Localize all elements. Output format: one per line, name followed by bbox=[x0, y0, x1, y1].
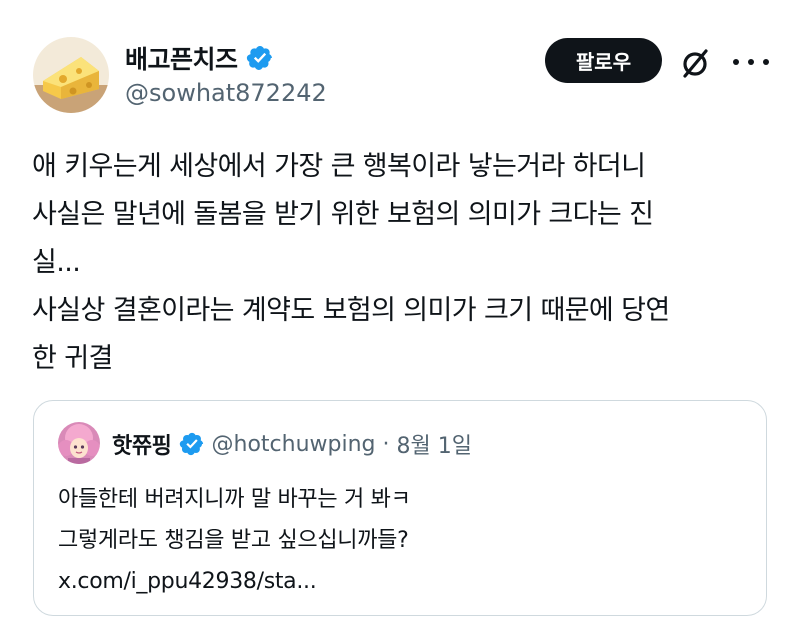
quoted-author-avatar[interactable] bbox=[58, 422, 100, 464]
author-name-row: 배고픈치즈 bbox=[125, 40, 274, 76]
tweet-line: 사실은 말년에 돌봄을 받기 위한 보험의 의미가 크다는 진 bbox=[32, 199, 654, 230]
meta-separator: · bbox=[382, 431, 390, 457]
follow-button[interactable]: 팔로우 bbox=[545, 38, 662, 83]
grok-slash-icon[interactable] bbox=[677, 45, 713, 81]
quoted-link[interactable]: x.com/i_ppu42938/sta... bbox=[58, 561, 411, 602]
quoted-handle[interactable]: @hotchuwping bbox=[212, 432, 376, 457]
tweet-line: 애 키우는게 세상에서 가장 큰 행복이라 낳는거라 하더니 bbox=[32, 151, 646, 182]
tweet-text: 애 키우는게 세상에서 가장 큰 행복이라 낳는거라 하더니 사실은 말년에 돌… bbox=[32, 143, 772, 383]
quoted-header: 핫쮸핑 @hotchuwping · 8월 1일 bbox=[112, 428, 472, 460]
author-handle[interactable]: @sowhat872242 bbox=[125, 79, 327, 107]
quoted-display-name[interactable]: 핫쮸핑 bbox=[112, 428, 172, 460]
quoted-line: 그렇게라도 챙김을 받고 싶으십니까들? bbox=[58, 528, 409, 553]
author-display-name[interactable]: 배고픈치즈 bbox=[125, 40, 238, 76]
verified-badge-icon[interactable] bbox=[179, 431, 205, 457]
tweet-line: 실... bbox=[32, 247, 81, 278]
quoted-date[interactable]: 8월 1일 bbox=[397, 428, 472, 460]
quoted-line: 아들한테 버려지니까 말 바꾸는 거 봐ㅋ bbox=[58, 487, 411, 512]
tweet-line: 사실상 결혼이라는 계약도 보험의 의미가 크기 때문에 당연 bbox=[32, 295, 670, 326]
more-options-icon[interactable] bbox=[733, 56, 769, 68]
verified-badge-icon[interactable] bbox=[246, 44, 274, 72]
quoted-tweet-card[interactable]: 핫쮸핑 @hotchuwping · 8월 1일 아들한테 버려지니까 말 바꾸… bbox=[33, 400, 767, 616]
author-avatar[interactable] bbox=[33, 37, 109, 113]
quoted-text: 아들한테 버려지니까 말 바꾸는 거 봐ㅋ 그렇게라도 챙김을 받고 싶으십니까… bbox=[58, 479, 411, 602]
tweet-line: 한 귀결 bbox=[32, 343, 113, 374]
